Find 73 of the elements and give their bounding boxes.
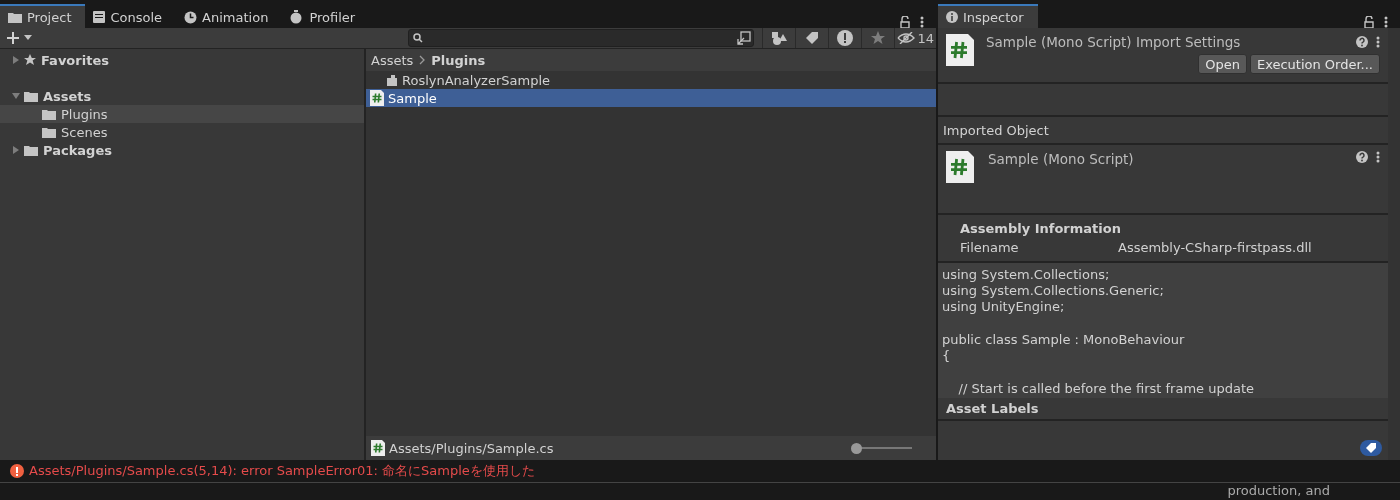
more-menu-icon[interactable] <box>1376 150 1380 163</box>
background-window-text: production, and <box>1227 483 1330 498</box>
breadcrumb-item[interactable]: Assets <box>371 52 414 68</box>
field-value: Assembly-CSharp-firstpass.dll <box>1118 239 1312 255</box>
info-icon <box>946 11 958 23</box>
tag-icon <box>1366 443 1376 453</box>
shapes-icon[interactable] <box>771 31 788 45</box>
folder-icon <box>42 126 56 138</box>
lock-icon[interactable] <box>1364 16 1374 28</box>
script-file-icon <box>946 34 974 66</box>
collapsed-arrow-icon[interactable] <box>12 146 20 154</box>
search-field[interactable] <box>408 29 755 47</box>
breadcrumb-item[interactable]: Plugins <box>431 52 486 68</box>
code-line: public class Sample : MonoBehaviour <box>942 332 1186 349</box>
star-icon <box>24 54 36 66</box>
script-file-icon <box>371 440 385 456</box>
tree-item[interactable]: Scenes <box>0 123 364 141</box>
file-item[interactable]: Sample <box>366 89 936 107</box>
search-icon <box>413 33 424 43</box>
code-line: using System.Collections; <box>942 266 1111 284</box>
inspector-button[interactable]: Open <box>1198 54 1247 74</box>
panel-tab[interactable]: Animation <box>176 4 283 28</box>
error-icon <box>10 464 24 478</box>
panel-tab[interactable]: Console <box>85 4 177 28</box>
code-line: // Start is called before the first frame update <box>957 380 1255 398</box>
script-file-icon <box>370 90 384 106</box>
help-icon[interactable] <box>1356 150 1368 163</box>
folder-icon <box>42 108 56 120</box>
folder-icon <box>24 90 38 102</box>
field-label: Filename <box>960 239 1020 255</box>
tree-item[interactable]: Packages <box>0 141 364 159</box>
asset-labels-button[interactable] <box>1360 440 1382 456</box>
section-heading: Asset Labels <box>946 400 1039 416</box>
panel-tab[interactable]: Inspector <box>938 4 1038 28</box>
expanded-arrow-icon[interactable] <box>12 92 20 100</box>
chevron-right-icon <box>419 55 426 65</box>
tag-icon[interactable] <box>805 31 820 45</box>
code-line: using System.Collections.Generic; <box>942 283 1165 300</box>
inspector-button[interactable]: Execution Order... <box>1249 54 1380 74</box>
object-title: Sample (Mono Script) <box>988 150 1134 167</box>
section-heading: Imported Object <box>943 122 1049 138</box>
clock-icon <box>184 10 198 24</box>
console-icon <box>93 11 106 23</box>
help-icon[interactable] <box>1356 36 1368 48</box>
eye-slash-icon <box>897 32 916 44</box>
file-item[interactable]: RoslynAnalyzerSample <box>366 71 936 89</box>
tree-item[interactable]: Favorites <box>0 51 364 69</box>
code-line: { <box>942 348 952 365</box>
folder-icon <box>24 144 38 156</box>
expand-window-icon[interactable] <box>737 31 752 45</box>
tree-item[interactable]: Plugins <box>0 105 364 123</box>
script-file-icon <box>946 150 974 183</box>
panel-tab[interactable]: Project <box>0 4 86 28</box>
hidden-packages-toggle[interactable]: 14 <box>894 28 936 48</box>
asset-path: Assets/Plugins/Sample.cs <box>389 440 554 456</box>
more-menu-icon[interactable] <box>1376 36 1380 48</box>
tree-item[interactable]: Assets <box>0 87 364 105</box>
code-line: using UnityEngine; <box>942 299 1066 316</box>
add-icon[interactable] <box>6 31 20 45</box>
slider-thumb[interactable] <box>851 442 862 454</box>
collapsed-arrow-icon[interactable] <box>12 56 20 64</box>
more-menu-icon[interactable] <box>920 16 924 28</box>
star-icon[interactable] <box>871 31 886 45</box>
warning-icon[interactable] <box>837 30 854 46</box>
lock-icon[interactable] <box>900 16 910 28</box>
plugin-icon <box>386 74 398 86</box>
status-message[interactable]: Assets/Plugins/Sample.cs(5,14): error SampleError01: 命名にSampleを使用した <box>29 462 535 480</box>
more-menu-icon[interactable] <box>1384 16 1388 28</box>
section-heading: Assembly Information <box>960 220 1122 236</box>
inspector-title: Sample (Mono Script) Import Settings <box>986 34 1241 50</box>
panel-tab[interactable]: Profiler <box>282 4 370 28</box>
folder-icon <box>8 11 22 23</box>
dropdown-caret-icon[interactable] <box>24 35 32 41</box>
